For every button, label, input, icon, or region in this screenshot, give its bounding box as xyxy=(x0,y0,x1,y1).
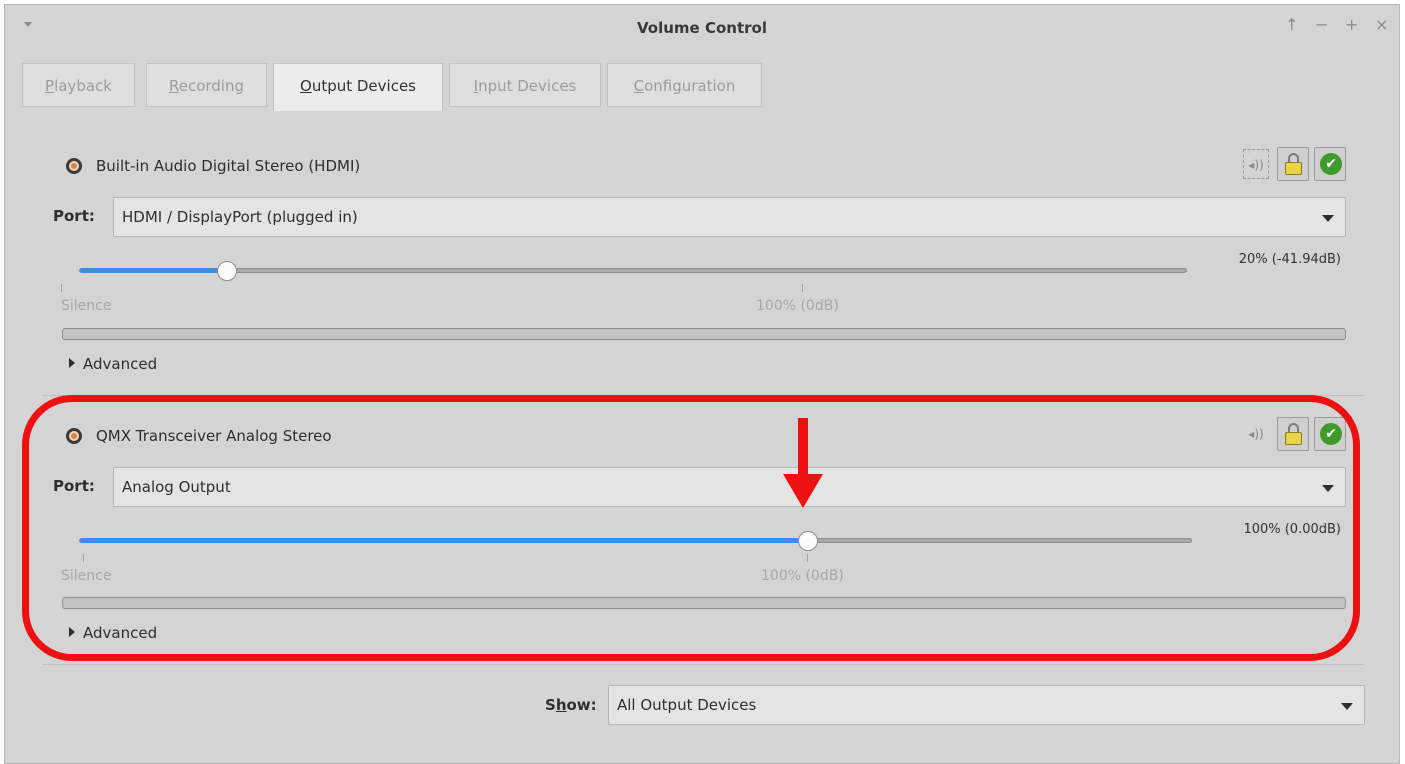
tab-playback[interactable]: Playback xyxy=(22,63,135,107)
port-label: Port: xyxy=(53,207,95,225)
chevron-down-icon xyxy=(1341,703,1353,710)
title-bar: Volume Control ↑ − + × xyxy=(5,5,1399,51)
volume-mute-icon[interactable]: ◂)) xyxy=(1243,149,1269,179)
lock-icon xyxy=(1285,162,1302,175)
advanced-expander[interactable]: Advanced xyxy=(69,355,157,373)
speaker-icon xyxy=(66,158,82,174)
show-label-prefix: S xyxy=(545,696,556,714)
chevron-down-icon xyxy=(1322,215,1334,222)
tab-configuration-label: onfiguration xyxy=(644,77,736,95)
volume-slider-fill xyxy=(80,268,228,273)
keep-above-button[interactable]: ↑ xyxy=(1285,17,1298,33)
port-value: HDMI / DisplayPort (plugged in) xyxy=(122,208,358,226)
port-select[interactable]: HDMI / DisplayPort (plugged in) xyxy=(113,197,1346,237)
annotation-arrow-icon xyxy=(783,474,823,508)
tab-recording-mnemonic: R xyxy=(168,77,179,95)
volume-slider-knob[interactable] xyxy=(217,261,237,281)
tab-configuration-mnemonic: C xyxy=(633,77,645,95)
show-label-mnemonic: h xyxy=(555,696,567,714)
volume-slider[interactable] xyxy=(79,268,1187,273)
tick-label-silence: Silence xyxy=(61,298,112,314)
show-label: Show: xyxy=(545,696,597,714)
advanced-label: Advanced xyxy=(83,355,158,373)
volume-readout: 20% (-41.94dB) xyxy=(1238,252,1341,267)
show-filter-select[interactable]: All Output Devices xyxy=(608,685,1365,725)
close-button[interactable]: × xyxy=(1375,17,1388,33)
lock-channels-button[interactable] xyxy=(1277,147,1309,181)
maximize-button[interactable]: + xyxy=(1345,17,1358,33)
expander-arrow-icon xyxy=(69,358,75,368)
tab-input-devices-label: nput Devices xyxy=(478,77,577,95)
checkmark-icon: ✔ xyxy=(1320,153,1342,175)
device-separator xyxy=(42,664,1364,665)
highlight-annotation xyxy=(22,395,1360,661)
tick-label-100: 100% (0dB) xyxy=(756,298,839,314)
annotation-arrow-shaft xyxy=(798,418,808,482)
tab-input-devices[interactable]: Input Devices xyxy=(449,63,601,107)
tab-output-devices-label: utput Devices xyxy=(311,77,416,95)
tab-recording[interactable]: Recording xyxy=(146,63,267,107)
show-filter-value: All Output Devices xyxy=(617,696,757,714)
set-default-button[interactable]: ✔ xyxy=(1314,147,1346,181)
tab-output-devices-mnemonic: O xyxy=(300,77,312,95)
tab-recording-label: ecording xyxy=(178,77,245,95)
tab-output-devices[interactable]: Output Devices xyxy=(273,63,443,111)
tab-playback-label: layback xyxy=(54,77,112,95)
tab-configuration[interactable]: Configuration xyxy=(607,63,762,107)
minimize-button[interactable]: − xyxy=(1315,17,1328,33)
device-name: Built-in Audio Digital Stereo (HDMI) xyxy=(96,157,361,175)
tick-100 xyxy=(802,284,803,292)
peak-meter xyxy=(62,328,1346,340)
window-title: Volume Control xyxy=(637,19,767,37)
tab-playback-mnemonic: P xyxy=(45,77,55,95)
tick-silence xyxy=(61,284,62,292)
show-label-suffix: ow: xyxy=(566,696,597,714)
window-controls: ↑ − + × xyxy=(1285,17,1388,33)
